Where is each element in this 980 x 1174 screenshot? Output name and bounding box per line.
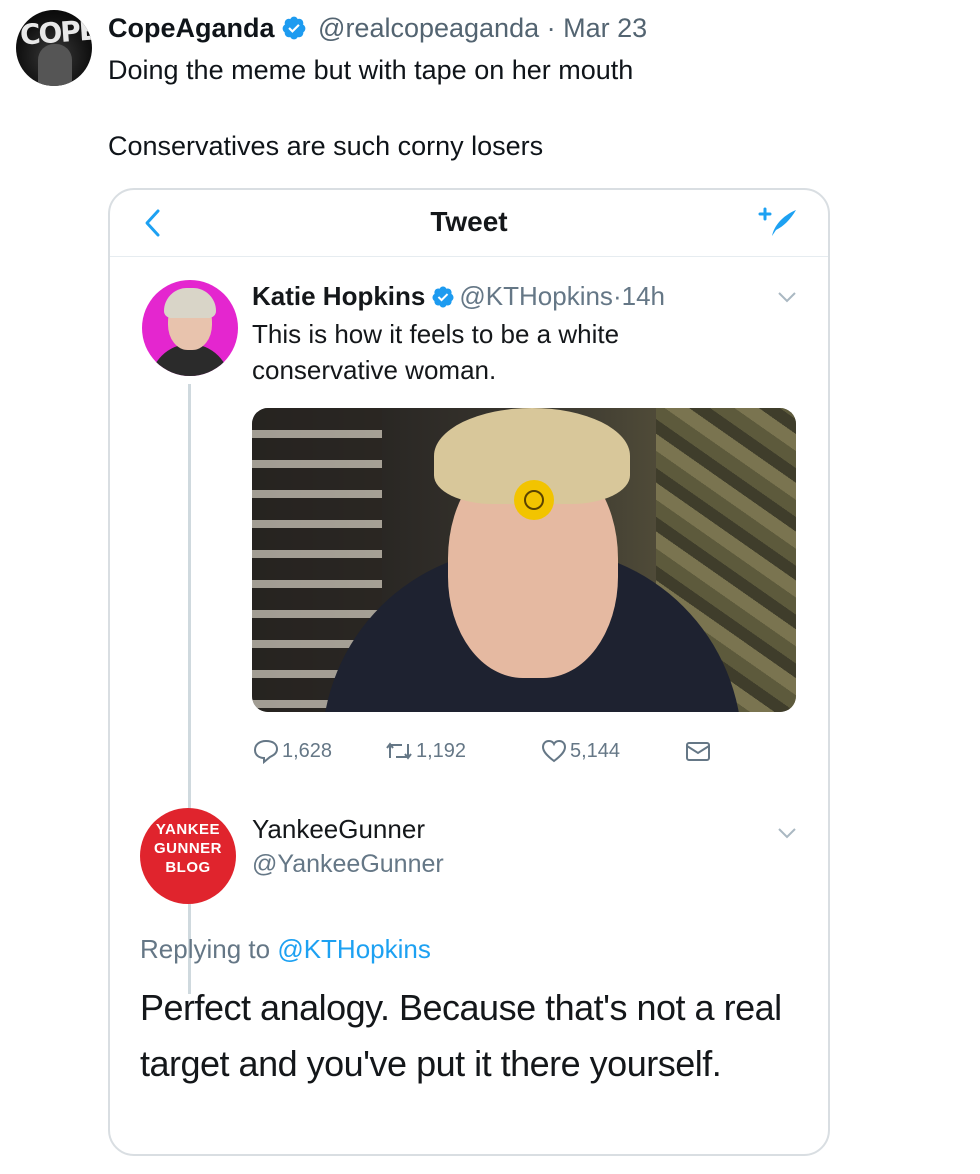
- user-avatar[interactable]: COPE: [16, 10, 92, 86]
- original-time: 14h: [621, 281, 665, 311]
- verified-badge-icon: [281, 15, 307, 48]
- tweet-photo: [252, 408, 796, 712]
- embedded-screenshot[interactable]: Tweet Katie Hopkins @KTHopkins·14h This i…: [108, 188, 830, 1156]
- user-handle[interactable]: @realcopeaganda: [318, 13, 539, 43]
- dm-action: [684, 738, 712, 764]
- post-text-line-2: Conservatives are such corny losers: [108, 131, 544, 161]
- post-date[interactable]: Mar 23: [563, 13, 647, 43]
- reply-handle: @YankeeGunner: [252, 850, 444, 878]
- reply-tweet-text: Perfect analogy. Because that's not a re…: [140, 987, 782, 1084]
- reply-display-name: YankeeGunner: [252, 814, 425, 844]
- retweet-count: 1,192: [416, 739, 467, 762]
- tweet-actions: 1,628 1,192 5,144: [252, 738, 812, 768]
- retweet-action: 1,192: [384, 738, 466, 764]
- post-header: CopeAganda @realcopeaganda · Mar 23: [108, 12, 647, 48]
- separator-dot: ·: [612, 281, 622, 311]
- reply-author-avatar: YANKEE GUNNER BLOG: [140, 808, 236, 904]
- original-tweet-header: Katie Hopkins @KTHopkins·14h: [252, 280, 665, 316]
- replying-to-prefix: Replying to: [140, 934, 271, 964]
- verified-badge-icon: [431, 284, 455, 316]
- display-name[interactable]: CopeAganda: [108, 13, 275, 43]
- original-author-avatar: [142, 280, 238, 376]
- avatar-hair: [164, 288, 216, 318]
- avatar-text-line-3: BLOG: [165, 859, 211, 876]
- reply-action: 1,628: [252, 738, 332, 764]
- original-tweet-text: This is how it feels to be a white conse…: [252, 319, 620, 385]
- like-count: 5,144: [570, 739, 621, 762]
- tweet-post: COPE CopeAganda @realcopeaganda · Mar 23…: [0, 0, 980, 1174]
- avatar-text-line-2: GUNNER: [153, 840, 222, 857]
- reply-icon: [253, 739, 279, 764]
- like-action: 5,144: [540, 738, 620, 764]
- avatar-text-line-1: YANKEE: [155, 821, 221, 838]
- post-text: Doing the meme but with tape on her mout…: [108, 54, 633, 162]
- heart-icon: [541, 739, 567, 763]
- target-sticker-icon: [514, 480, 554, 520]
- embedded-header-title: Tweet: [430, 206, 508, 237]
- replying-to: Replying to @KTHopkins: [140, 934, 431, 965]
- replying-to-mention: @KTHopkins: [277, 934, 431, 964]
- avatar-figure: [38, 44, 72, 86]
- original-handle: @KTHopkins: [459, 281, 613, 311]
- reply-count: 1,628: [282, 739, 333, 762]
- chevron-down-icon: [778, 828, 796, 839]
- envelope-icon: [686, 742, 710, 761]
- retweet-icon: [386, 742, 412, 760]
- original-display-name: Katie Hopkins: [252, 281, 426, 311]
- post-text-line-1: Doing the meme but with tape on her mout…: [108, 55, 634, 85]
- chevron-down-icon: [778, 292, 796, 303]
- compose-icon: [758, 207, 796, 236]
- separator-dot: ·: [546, 13, 556, 43]
- embedded-header: Tweet: [110, 190, 828, 257]
